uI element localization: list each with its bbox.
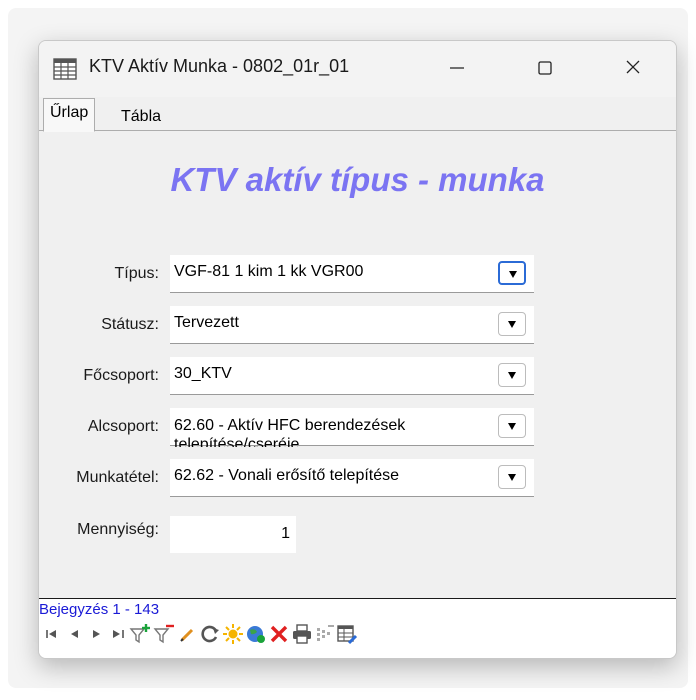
work-item-combobox[interactable]: 62.62 - Vonali erősítő telepítése (170, 459, 534, 497)
maximize-button[interactable] (525, 53, 565, 83)
refresh-icon[interactable] (199, 622, 221, 646)
type-dropdown-button[interactable] (498, 261, 526, 285)
title-bar[interactable]: KTV Aktív Munka - 0802_01r_01 (39, 41, 676, 97)
web-icon[interactable] (245, 622, 267, 646)
table-app-icon (53, 58, 77, 85)
chevron-down-icon (509, 271, 517, 278)
delete-icon[interactable] (268, 622, 290, 646)
export-icon[interactable] (314, 622, 336, 646)
next-record-icon[interactable] (85, 622, 107, 646)
chevron-down-icon (508, 372, 516, 379)
chevron-down-icon (508, 423, 516, 430)
type-value: VGF-81 1 kim 1 kk VGR00 (174, 263, 364, 280)
last-record-icon[interactable] (107, 622, 129, 646)
main-group-value: 30_KTV (174, 365, 232, 382)
status-dropdown-button[interactable] (498, 312, 526, 336)
field-label-quantity: Mennyiség: (77, 521, 159, 538)
main-group-combobox[interactable]: 30_KTV (170, 357, 534, 395)
record-count-label: Bejegyzés 1 - 143 (39, 601, 160, 618)
field-label-main-group: Főcsoport: (83, 367, 159, 384)
prev-record-icon[interactable] (63, 622, 85, 646)
table-edit-icon[interactable] (336, 622, 358, 646)
edit-icon[interactable] (177, 622, 199, 646)
add-filter-icon[interactable] (129, 622, 151, 646)
window-title: KTV Aktív Munka - 0802_01r_01 (89, 56, 350, 76)
tab-strip: Űrlap Tábla (39, 98, 676, 132)
record-toolbar (39, 622, 676, 650)
type-combobox[interactable]: VGF-81 1 kim 1 kk VGR00 (170, 255, 534, 293)
form-panel: KTV aktív típus - munka Típus: VGF-81 1 … (39, 131, 676, 599)
work-item-value: 62.62 - Vonali erősítő telepítése (174, 467, 400, 484)
form-heading: KTV aktív típus - munka (170, 161, 545, 198)
tab-table[interactable]: Tábla (115, 102, 167, 129)
field-label-status: Státusz: (101, 316, 159, 333)
app-window: KTV Aktív Munka - 0802_01r_01 Űrlap Tábl… (38, 40, 677, 659)
work-item-dropdown-button[interactable] (498, 465, 526, 489)
sub-group-dropdown-button[interactable] (498, 414, 526, 438)
status-bar: Bejegyzés 1 - 143 (39, 599, 676, 658)
new-record-icon[interactable] (222, 622, 244, 646)
status-combobox[interactable]: Tervezett (170, 306, 534, 344)
remove-filter-icon[interactable] (153, 622, 175, 646)
field-label-work-item: Munkatétel: (76, 469, 159, 486)
tab-form[interactable]: Űrlap (43, 98, 96, 132)
close-button[interactable] (613, 53, 653, 83)
minimize-button[interactable] (437, 53, 477, 83)
quantity-input[interactable]: 1 (170, 516, 296, 553)
chevron-down-icon (508, 474, 516, 481)
sub-group-value: 62.60 - Aktív HFC berendezések telepítés… (174, 417, 406, 447)
field-label-sub-group: Alcsoport: (87, 418, 159, 435)
field-label-type: Típus: (114, 265, 159, 282)
chevron-down-icon (508, 321, 516, 328)
print-icon[interactable] (291, 622, 313, 646)
quantity-value: 1 (281, 525, 290, 542)
sub-group-combobox[interactable]: 62.60 - Aktív HFC berendezések telepítés… (170, 408, 534, 447)
main-group-dropdown-button[interactable] (498, 363, 526, 387)
status-value: Tervezett (174, 314, 239, 331)
first-record-icon[interactable] (41, 622, 63, 646)
